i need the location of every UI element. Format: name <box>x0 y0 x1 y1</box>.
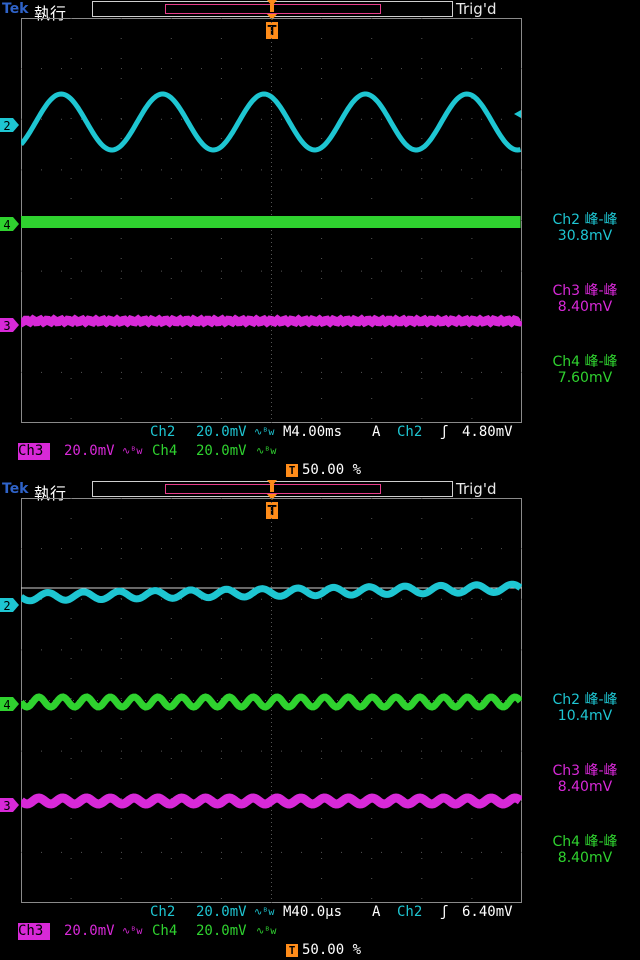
trigger-position: 50.00 % <box>302 942 362 958</box>
readout-value: 8.40mV <box>557 779 613 795</box>
trigger-source: Ch2 <box>397 424 423 440</box>
timebase: M4.00ms <box>283 424 343 440</box>
trigger-level: 4.80mV <box>462 424 513 440</box>
readout-label: Ch2 峰-峰 <box>552 212 618 228</box>
svg-text:3: 3 <box>3 319 10 332</box>
trigger-t-icon: T <box>286 464 298 477</box>
bandwidth-icon: ∿ᴮw <box>254 907 275 918</box>
readout-label: Ch3 峰-峰 <box>552 763 618 779</box>
readout-value: 8.40mV <box>557 850 613 866</box>
status-line-1: Ch2 20.0mV ∿ᴮw M40.0µs A Ch2 ʃ 6.40mV <box>150 904 523 921</box>
ch2-label: Ch2 <box>150 904 176 920</box>
svg-text:4: 4 <box>3 698 10 711</box>
trigger-status: Trig'd <box>456 0 497 18</box>
ch2-pk-pk-readout: Ch2 峰-峰 30.8mV <box>540 212 630 244</box>
readout-value: 8.40mV <box>557 299 613 315</box>
ch4-scale: 20.0mV <box>196 923 247 939</box>
status-line-1: Ch2 20.0mV ∿ᴮw M4.00ms A Ch2 ʃ 4.80mV <box>150 424 523 441</box>
ch3-scale: 20.0mV <box>64 443 115 459</box>
ch2-scale: 20.0mV <box>196 904 247 920</box>
readout-value: 7.60mV <box>557 370 613 386</box>
readout-label: Ch4 峰-峰 <box>552 834 618 850</box>
ch4-pk-pk-readout: Ch4 峰-峰 7.60mV <box>540 354 630 386</box>
brand-logo: Tek <box>2 481 29 497</box>
graticule-1 <box>21 18 522 423</box>
ch2-label: Ch2 <box>150 424 176 440</box>
top-bar: Tek 執行 Trig'd <box>0 480 640 503</box>
top-bar: Tek 執行 Trig'd <box>0 0 640 23</box>
ch3-scale: 20.0mV <box>64 923 115 939</box>
trigger-t-icon: T <box>286 944 298 957</box>
trigger-position: 50.00 % <box>302 462 362 478</box>
ch2-scale: 20.0mV <box>196 424 247 440</box>
svg-text:4: 4 <box>3 218 10 231</box>
svg-text:2: 2 <box>3 599 10 612</box>
rising-edge-icon: ʃ <box>440 904 449 920</box>
status-line-3: T 50.00 % <box>286 942 376 959</box>
rising-edge-icon: ʃ <box>440 424 449 440</box>
trigger-status: Trig'd <box>456 480 497 498</box>
graticule-2 <box>21 498 522 903</box>
readout-label: Ch2 峰-峰 <box>552 692 618 708</box>
readout-label: Ch4 峰-峰 <box>552 354 618 370</box>
bandwidth-icon: ∿ᴮw <box>256 446 277 457</box>
status-line-2: Ch3 20.0mV ∿ᴮw Ch4 20.0mV ∿ᴮw <box>18 923 288 940</box>
ch2-marker: 2 <box>0 597 20 613</box>
scope-screen-2: Tek 執行 Trig'd T 2 4 3 Ch2 峰-峰 10.4mV Ch3… <box>0 480 640 960</box>
timebase: M40.0µs <box>283 904 343 920</box>
ch3-pk-pk-readout: Ch3 峰-峰 8.40mV <box>540 283 630 315</box>
ch3-marker: 3 <box>0 317 20 333</box>
brand-logo: Tek <box>2 1 29 17</box>
ch4-trace <box>21 693 522 711</box>
trigger-mode: A <box>372 904 381 920</box>
readout-label: Ch3 峰-峰 <box>552 283 618 299</box>
ch4-label: Ch4 <box>152 923 178 939</box>
ch3-trace <box>21 314 522 328</box>
bandwidth-icon: ∿ᴮw <box>122 926 143 937</box>
readout-value: 10.4mV <box>557 708 613 724</box>
ch4-scale: 20.0mV <box>196 443 247 459</box>
status-line-2: Ch3 20.0mV ∿ᴮw Ch4 20.0mV ∿ᴮw <box>18 443 288 460</box>
trigger-level: 6.40mV <box>462 904 513 920</box>
ch2-trace <box>21 580 522 605</box>
ch3-label: Ch3 <box>18 443 50 460</box>
ch3-trace <box>21 793 522 809</box>
bandwidth-icon: ∿ᴮw <box>256 926 277 937</box>
trigger-mode: A <box>372 424 381 440</box>
readout-value: 30.8mV <box>557 228 613 244</box>
ch3-marker: 3 <box>0 797 20 813</box>
scope-screen-1: Tek 執行 Trig'd T 2 4 3 Ch2 峰-峰 30.8mV Ch3… <box>0 0 640 480</box>
ch4-label: Ch4 <box>152 443 178 459</box>
svg-text:2: 2 <box>3 119 10 132</box>
ch3-pk-pk-readout: Ch3 峰-峰 8.40mV <box>540 763 630 795</box>
svg-text:3: 3 <box>3 799 10 812</box>
trigger-source: Ch2 <box>397 904 423 920</box>
bandwidth-icon: ∿ᴮw <box>122 446 143 457</box>
ch4-marker: 4 <box>0 696 20 712</box>
status-line-3: T 50.00 % <box>286 462 376 479</box>
ch3-label: Ch3 <box>18 923 50 940</box>
bandwidth-icon: ∿ᴮw <box>254 427 275 438</box>
ch2-pk-pk-readout: Ch2 峰-峰 10.4mV <box>540 692 630 724</box>
ch2-marker: 2 <box>0 117 20 133</box>
ch4-marker: 4 <box>0 216 20 232</box>
ch4-pk-pk-readout: Ch4 峰-峰 8.40mV <box>540 834 630 866</box>
ch2-trace <box>21 91 522 153</box>
